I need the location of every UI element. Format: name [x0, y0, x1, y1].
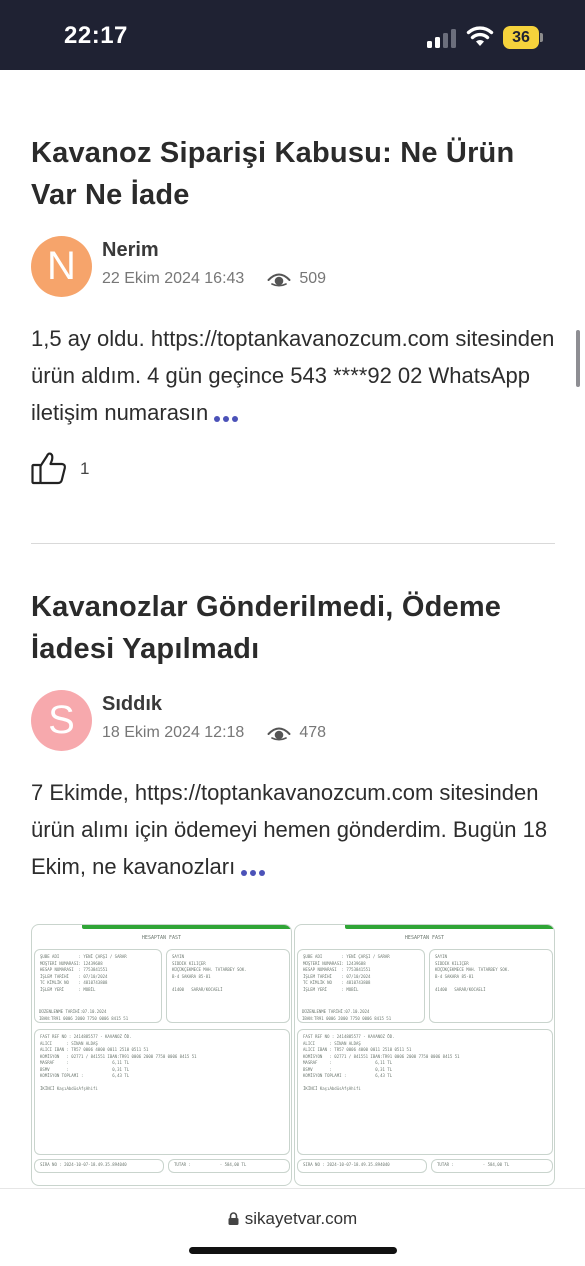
post-meta: 18 Ekim 2024 12:18 478 [102, 724, 326, 742]
author-row: N Nerim 22 Ekim 2024 16:43 509 [31, 236, 555, 298]
receipt-seq: SIRA NO : 2024-10-07-18.49.35.894040 [297, 1159, 427, 1173]
complaint-excerpt[interactable]: 1,5 ay oldu. https://toptankavanozcum.co… [31, 320, 555, 433]
avatar[interactable]: N [31, 236, 92, 297]
complaint-card[interactable]: Kavanozlar Gönderilmedi, Ödeme İadesi Ya… [31, 586, 555, 887]
receiver-block: SAYIN SIDDIK KILIÇER KÜÇÜKÇEKMECE MAH. T… [166, 949, 290, 1023]
address-bar[interactable]: sikayetvar.com [0, 1209, 585, 1229]
thumbs-up-icon[interactable] [31, 451, 67, 485]
receipt-header: HESAPTAN FAST [404, 935, 445, 941]
status-time: 22:17 [64, 22, 128, 49]
view-count: 509 [299, 270, 327, 287]
complaint-card[interactable]: Kavanoz Siparişi Kabusu: Ne Ürün Var Ne … [31, 132, 555, 489]
more-dots-icon[interactable] [214, 396, 241, 433]
transfer-block: FAST REF NO : 2414885577 - KAVANOZ ÖD. A… [297, 1029, 553, 1155]
receiver-block: SAYIN SIDDIK KILIÇER KÜÇÜKÇEKMECE MAH. T… [429, 949, 553, 1023]
battery-level: 36 [503, 26, 539, 49]
avatar[interactable]: S [31, 690, 92, 751]
complaint-title[interactable]: Kavanoz Siparişi Kabusu: Ne Ürün Var Ne … [31, 132, 555, 216]
author-name[interactable]: Sıddık [102, 693, 162, 716]
wifi-icon [466, 26, 494, 46]
home-indicator[interactable] [189, 1247, 397, 1254]
url-text: sikayetvar.com [244, 1209, 358, 1228]
extra-block: DÜZENLENME TARİHİ:07.10.2024 IBAN:TR91 0… [302, 1009, 392, 1021]
extra-block: DÜZENLENME TARİHİ:07.10.2024 IBAN:TR91 0… [39, 1009, 129, 1021]
receipt-image[interactable]: HESAPTAN FAST ŞUBE ADI : YENİ ÇARŞI / SA… [294, 924, 555, 1186]
complaint-title[interactable]: Kavanozlar Gönderilmedi, Ödeme İadesi Ya… [31, 586, 555, 670]
receipt-image[interactable]: HESAPTAN FAST ŞUBE ADI : YENİ ÇARŞI / SA… [31, 924, 292, 1186]
more-dots-icon[interactable] [241, 850, 268, 887]
post-date: 18 Ekim 2024 12:18 [102, 724, 245, 741]
receipt-header: HESAPTAN FAST [141, 935, 182, 941]
author-name[interactable]: Nerim [102, 239, 159, 262]
receipt-seq: SIRA NO : 2024-10-07-18.49.35.894040 [34, 1159, 164, 1173]
post-meta: 22 Ekim 2024 16:43 509 [102, 270, 326, 288]
like-row: 1 [31, 449, 555, 489]
divider [31, 543, 555, 544]
attachment-images[interactable]: HESAPTAN FAST ŞUBE ADI : YENİ ÇARŞI / SA… [31, 924, 555, 1186]
scroll-indicator[interactable] [576, 330, 580, 387]
post-date: 22 Ekim 2024 16:43 [102, 270, 245, 287]
battery-icon: 36 [503, 26, 545, 49]
like-count: 1 [80, 458, 90, 478]
status-bar: 22:17 36 [0, 0, 585, 70]
eye-icon [267, 727, 291, 741]
cellular-signal-icon [427, 28, 459, 48]
receipt-amount: TUTAR : - 584,00 TL [168, 1159, 290, 1173]
transfer-block: FAST REF NO : 2414885577 - KAVANOZ ÖD. A… [34, 1029, 290, 1155]
lock-icon [228, 1212, 239, 1225]
eye-icon [267, 273, 291, 287]
receipt-amount: TUTAR : - 584,00 TL [431, 1159, 553, 1173]
browser-bottom-bar: sikayetvar.com [0, 1188, 585, 1266]
view-count: 478 [299, 724, 327, 741]
complaint-excerpt[interactable]: 7 Ekimde, https://toptankavanozcum.com s… [31, 774, 555, 887]
author-row: S Sıddık 18 Ekim 2024 12:18 478 [31, 690, 555, 752]
